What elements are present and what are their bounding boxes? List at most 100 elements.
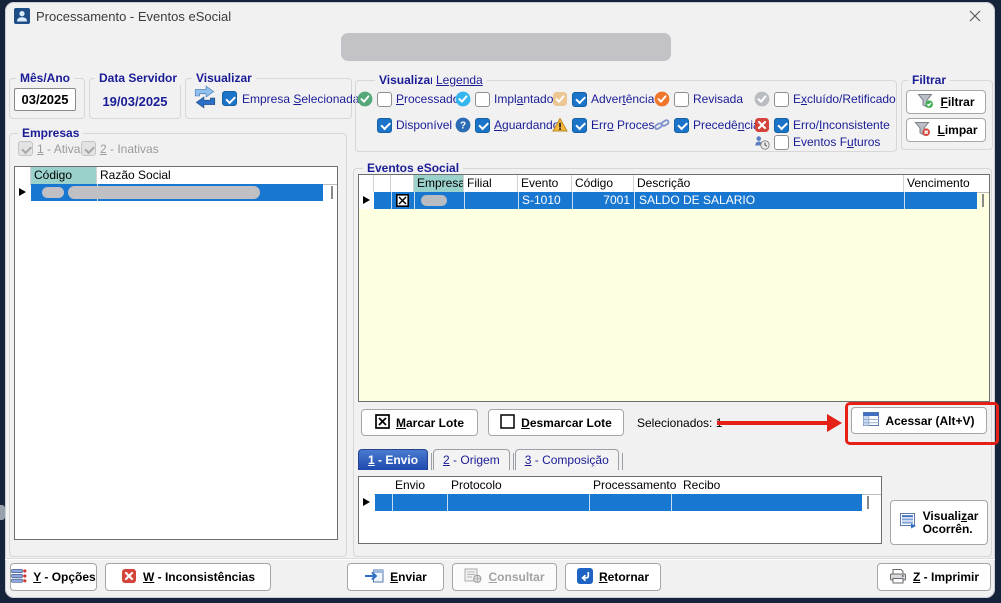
limpar-button[interactable]: Limpar: [906, 118, 986, 142]
consultar-button[interactable]: Consultar: [452, 563, 557, 591]
imprimir-button[interactable]: Z - Imprimir: [877, 563, 991, 591]
acessar-button[interactable]: Acessar (Alt+V): [851, 407, 987, 434]
blue-question-icon: ?: [455, 117, 471, 133]
scrollbar-thumb[interactable]: [867, 496, 869, 509]
window-title: Processamento - Eventos eSocial: [36, 9, 231, 24]
funnel-x-icon: [914, 121, 931, 140]
legend-item-processado[interactable]: Processado: [357, 91, 459, 107]
inativas-label: 2 - Inativas: [100, 142, 159, 156]
legend-item-disponivel[interactable]: Disponível: [357, 117, 452, 133]
warning-triangle-icon: [552, 117, 568, 133]
checkbox[interactable]: [377, 92, 392, 107]
header-cell-processamento[interactable]: Processamento: [590, 477, 678, 494]
header-cell-check: [391, 175, 414, 192]
header-cell-envio[interactable]: Envio: [392, 477, 447, 494]
scrollbar-thumb[interactable]: [982, 194, 984, 207]
header-cell-empresa[interactable]: Empresa: [414, 175, 464, 192]
cell-evento: S-1010: [522, 192, 561, 209]
header-cell-razao-social[interactable]: Razão Social: [97, 167, 337, 184]
header-cell-codigo[interactable]: Código: [572, 175, 634, 192]
checkbox[interactable]: [674, 92, 689, 107]
checkbox[interactable]: [774, 92, 789, 107]
checkbox[interactable]: [674, 118, 689, 133]
inconsistencias-button[interactable]: W - Inconsistências: [105, 563, 271, 591]
checkbox[interactable]: [377, 118, 392, 133]
header-cell-protocolo[interactable]: Protocolo: [448, 477, 588, 494]
tab-composicao[interactable]: 3 - Composição: [515, 449, 619, 470]
red-square-x-icon: [754, 117, 770, 133]
legend-item-aguardando[interactable]: ? Aguardando: [455, 117, 559, 133]
checkbox[interactable]: [572, 118, 587, 133]
app-icon: [14, 8, 30, 27]
checkbox[interactable]: [475, 92, 490, 107]
header-cell-evento[interactable]: Evento: [518, 175, 572, 192]
retornar-button[interactable]: Retornar: [565, 563, 661, 591]
data-servidor-value: 19/03/2025: [90, 94, 180, 109]
legend-item-erro-proces[interactable]: Erro Proces.: [552, 117, 658, 133]
enviar-button[interactable]: Enviar: [347, 563, 444, 591]
legend-item-revisada[interactable]: Revisada: [654, 91, 743, 107]
header-cell-vencimento[interactable]: Vencimento: [904, 175, 989, 192]
header-cell-codigo[interactable]: Código: [31, 167, 97, 184]
row-checkbox-checked-icon[interactable]: [396, 194, 409, 210]
eventos-grid[interactable]: Empresa Filial Evento Código Descrição V…: [358, 174, 990, 402]
checkbox[interactable]: [475, 118, 490, 133]
send-icon: [364, 569, 384, 586]
redacted-codigo: [42, 187, 64, 198]
legend-item-advertencia[interactable]: Advertência: [552, 91, 654, 107]
legend-item-implantado[interactable]: Implantado: [455, 91, 553, 107]
empresas-grid-header: Código Razão Social: [15, 167, 337, 185]
legenda-link[interactable]: Legenda: [432, 73, 487, 87]
scrollbar-thumb[interactable]: [331, 186, 333, 199]
header-cell-descricao[interactable]: Descrição: [634, 175, 904, 192]
view-arrows-icon: [192, 85, 218, 112]
screen-edge-notch: [0, 505, 5, 520]
checkbox[interactable]: [572, 92, 587, 107]
inativas-checkbox[interactable]: [81, 141, 96, 156]
person-clock-icon: [754, 134, 770, 150]
filtrar-button[interactable]: Filtrar: [906, 90, 986, 114]
mes-ano-label: Mês/Ano: [16, 71, 74, 85]
legend-item-excluido-retificado[interactable]: Excluído/Retificado: [754, 91, 896, 107]
redacted-header-field: [341, 33, 671, 61]
legend-item-precedencia[interactable]: Precedência: [654, 117, 760, 133]
tab-origem[interactable]: 2 - Origem: [433, 449, 510, 470]
row-marker-icon: [15, 184, 30, 201]
header-cell-recibo[interactable]: Recibo: [680, 477, 740, 494]
empresas-row[interactable]: [15, 184, 337, 201]
svg-text:?: ?: [460, 121, 466, 132]
visualizar-ocorrencias-button[interactable]: Visualizar Ocorrên.: [890, 500, 988, 545]
eventos-esocial-label: Eventos eSocial: [363, 161, 463, 175]
eventos-row[interactable]: S-1010 7001 SALDO DE SALARIO: [359, 192, 989, 209]
opcoes-button[interactable]: Y - Opções: [10, 563, 97, 591]
tab-envio[interactable]: 1 - Envio: [358, 449, 428, 470]
annotation-arrow-head: [827, 414, 842, 432]
ativas-label: 1 - Ativas: [37, 142, 86, 156]
ativas-checkbox[interactable]: [18, 141, 33, 156]
legend-item-eventos-futuros[interactable]: Eventos Futuros: [754, 134, 880, 150]
filtrar-group-label: Filtrar: [908, 73, 950, 87]
header-cell-blank: [15, 167, 31, 184]
checkbox[interactable]: [774, 118, 789, 133]
header-cell-blank: [359, 175, 374, 192]
empresas-grid[interactable]: Código Razão Social: [14, 166, 338, 540]
app-window: Processamento - Eventos eSocial Mês/Ano …: [5, 2, 995, 598]
empresa-selecionada-checkbox[interactable]: [222, 91, 237, 106]
row-marker-icon: [359, 192, 374, 209]
envio-grid[interactable]: Envio Protocolo Processamento Recibo: [358, 476, 882, 544]
envio-row[interactable]: [359, 494, 881, 511]
header-cell-filial[interactable]: Filial: [464, 175, 518, 192]
checkbox[interactable]: [774, 135, 789, 150]
empty-icon-slot: [357, 117, 373, 133]
legenda-title: Visualizar: [375, 73, 439, 87]
printer-icon: [889, 568, 907, 587]
return-arrow-icon: [577, 568, 593, 587]
legend-item-erro-inconsistente[interactable]: Erro/Inconsistente: [754, 117, 890, 133]
marcar-lote-button[interactable]: Marcar Lote: [361, 409, 478, 436]
mes-ano-input[interactable]: [14, 88, 76, 111]
table-icon: [863, 412, 879, 429]
close-icon[interactable]: [968, 9, 982, 23]
options-list-icon: [11, 569, 27, 586]
desmarcar-lote-button[interactable]: Desmarcar Lote: [488, 409, 624, 436]
orange-circle-check-icon: [654, 91, 670, 107]
